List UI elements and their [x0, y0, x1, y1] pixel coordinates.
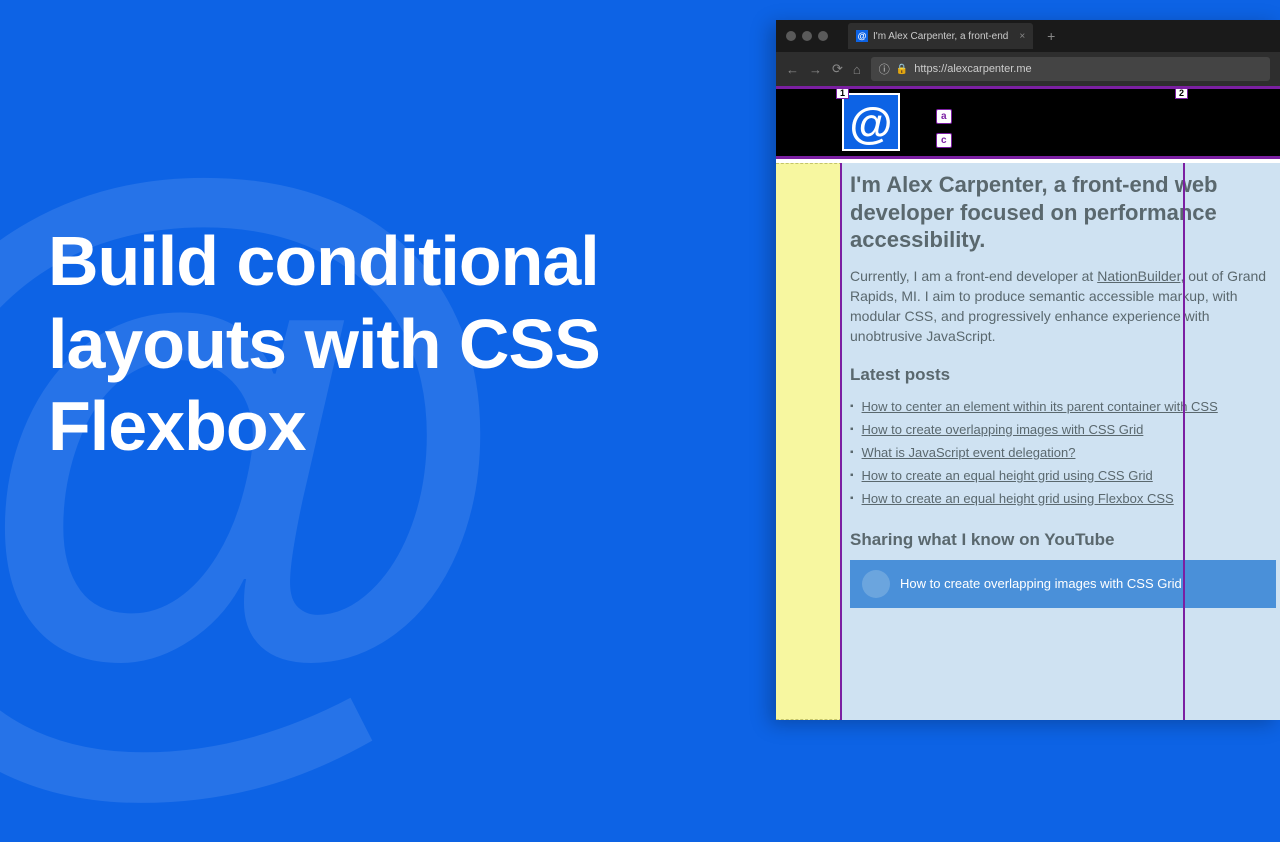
post-link[interactable]: How to center an element within its pare… [862, 399, 1218, 414]
new-tab-icon[interactable]: + [1047, 28, 1055, 44]
traffic-light-close[interactable] [786, 31, 796, 41]
youtube-card-title: How to create overlapping images with CS… [900, 576, 1182, 591]
intro-paragraph: Currently, I am a front-end developer at… [850, 266, 1276, 347]
hero-heading: I'm Alex Carpenter, a front-end web deve… [850, 171, 1276, 254]
browser-toolbar: ← → ⟳ ⌂ ⓘ 🔒 https://alexcarpenter.me [776, 52, 1280, 86]
grid-gutter-highlight [776, 163, 842, 720]
page-content: I'm Alex Carpenter, a front-end web deve… [776, 163, 1280, 720]
favicon-icon: @ [856, 30, 868, 42]
grid-marker-2: 2 [1175, 87, 1188, 99]
posts-list: How to center an element within its pare… [850, 395, 1276, 510]
list-item: How to create an equal height grid using… [850, 464, 1276, 487]
browser-window: @ I'm Alex Carpenter, a front-end × + ← … [776, 20, 1280, 720]
home-icon[interactable]: ⌂ [853, 62, 861, 77]
post-link[interactable]: How to create an equal height grid using… [862, 468, 1153, 483]
grid-label-a: a [936, 109, 952, 124]
tab-title: I'm Alex Carpenter, a front-end [873, 31, 1008, 42]
address-bar[interactable]: ⓘ 🔒 https://alexcarpenter.me [871, 57, 1270, 81]
traffic-light-minimize[interactable] [802, 31, 812, 41]
slide-title: Build conditional layouts with CSS Flexb… [48, 220, 688, 468]
page-viewport: @ 1 2 a c 3 div.o-container 1020 × 11 I'… [776, 86, 1280, 720]
nationbuilder-link[interactable]: NationBuilder [1097, 268, 1180, 284]
latest-posts-heading: Latest posts [850, 365, 1276, 385]
grid-marker-1: 1 [836, 87, 849, 99]
youtube-card[interactable]: How to create overlapping images with CS… [850, 560, 1276, 608]
info-icon: ⓘ [879, 61, 890, 77]
url-text: https://alexcarpenter.me [914, 63, 1031, 75]
browser-tab-bar: @ I'm Alex Carpenter, a front-end × + [776, 20, 1280, 52]
forward-icon[interactable]: → [809, 62, 822, 77]
grid-line [1183, 163, 1185, 720]
post-link[interactable]: How to create overlapping images with CS… [862, 422, 1144, 437]
list-item: What is JavaScript event delegation? [850, 441, 1276, 464]
browser-tab[interactable]: @ I'm Alex Carpenter, a front-end × [848, 23, 1033, 49]
post-link[interactable]: How to create an equal height grid using… [862, 491, 1174, 506]
back-icon[interactable]: ← [786, 62, 799, 77]
grid-line [840, 163, 842, 720]
youtube-heading: Sharing what I know on YouTube [850, 530, 1276, 550]
avatar [862, 570, 890, 598]
main-column: I'm Alex Carpenter, a front-end web deve… [842, 163, 1280, 720]
post-link[interactable]: What is JavaScript event delegation? [862, 445, 1076, 460]
close-tab-icon[interactable]: × [1019, 31, 1025, 42]
list-item: How to create an equal height grid using… [850, 487, 1276, 510]
lock-icon: 🔒 [896, 64, 908, 75]
list-item: How to center an element within its pare… [850, 395, 1276, 418]
reload-icon[interactable]: ⟳ [832, 61, 843, 77]
traffic-light-zoom[interactable] [818, 31, 828, 41]
site-header: @ 1 2 a c [776, 89, 1280, 159]
list-item: How to create overlapping images with CS… [850, 418, 1276, 441]
site-logo[interactable]: @ [842, 93, 900, 151]
grid-label-c: c [936, 133, 952, 148]
